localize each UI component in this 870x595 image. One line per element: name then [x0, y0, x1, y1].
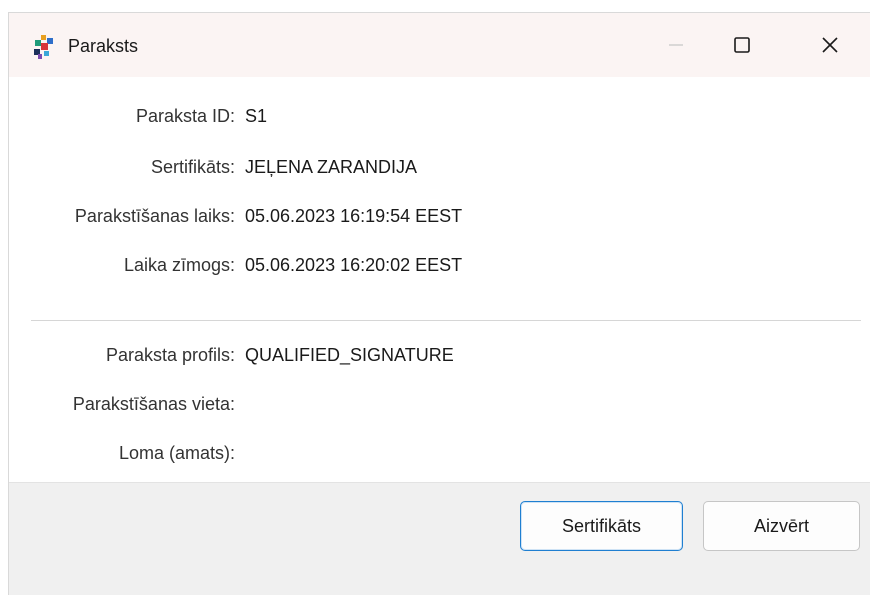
timestamp-value: 05.06.2023 16:20:02 EEST: [245, 255, 463, 275]
window-title: Paraksts: [68, 36, 139, 56]
title-bar[interactable]: Paraksts: [9, 13, 870, 77]
detail-row-signing-place: Parakstīšanas vieta:: [9, 389, 870, 419]
detail-row-timestamp: Laika zīmogs: 05.06.2023 16:20:02 EEST: [9, 250, 870, 280]
detail-row-signing-time: Parakstīšanas laiks: 05.06.2023 16:19:54…: [9, 201, 870, 231]
role-label: Loma (amats):: [118, 443, 235, 463]
maximize-button[interactable]: [709, 13, 775, 77]
detail-row-signature-profile: Paraksta profils: QUALIFIED_SIGNATURE: [9, 340, 870, 370]
signing-time-label: Parakstīšanas laiks:: [74, 206, 235, 226]
certificate-value: JEĻENA ZARANDIJA: [245, 157, 418, 177]
window-close-button[interactable]: [797, 13, 863, 77]
close-button[interactable]: Aizvērt: [703, 501, 860, 551]
timestamp-label: Laika zīmogs:: [123, 255, 235, 275]
puzzle-app-icon: [34, 35, 53, 59]
detail-row-signature-id: Paraksta ID: S1: [9, 101, 870, 131]
detail-row-role: Loma (amats):: [9, 438, 870, 468]
certificate-label: Sertifikāts:: [150, 157, 235, 177]
maximize-icon: [734, 37, 750, 53]
signature-profile-value: QUALIFIED_SIGNATURE: [245, 345, 454, 365]
minimize-icon: [669, 44, 683, 46]
signature-profile-label: Paraksta profils:: [105, 345, 235, 365]
signing-place-label: Parakstīšanas vieta:: [72, 394, 235, 414]
minimize-button[interactable]: [643, 13, 709, 77]
section-divider: [31, 320, 861, 321]
signing-time-value: 05.06.2023 16:19:54 EEST: [245, 206, 463, 226]
detail-row-certificate: Sertifikāts: JEĻENA ZARANDIJA: [9, 152, 870, 182]
signature-id-value: S1: [245, 106, 268, 126]
signature-id-label: Paraksta ID:: [135, 106, 235, 126]
close-icon: [822, 37, 838, 53]
certificate-button[interactable]: Sertifikāts: [520, 501, 683, 551]
signature-dialog: Paraksts Paraksta ID: S1 Sertifikāts: JE…: [8, 12, 870, 595]
